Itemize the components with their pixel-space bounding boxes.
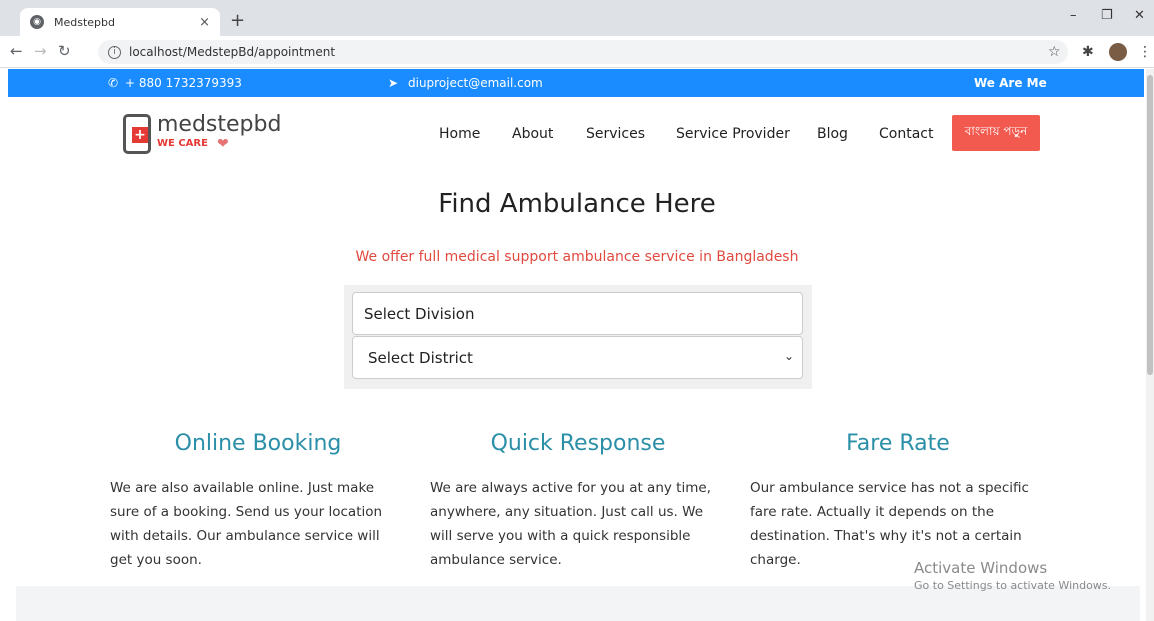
feature-text-online-booking: We are also available online. Just make … bbox=[110, 480, 383, 568]
reload-icon[interactable]: ↻ bbox=[58, 42, 71, 60]
profile-avatar[interactable] bbox=[1109, 43, 1127, 61]
minimize-button[interactable]: – bbox=[1070, 8, 1077, 23]
bangla-language-button[interactable]: বাংলায় পড়ুন bbox=[952, 115, 1040, 151]
nav-services[interactable]: Services bbox=[586, 126, 645, 142]
email-address[interactable]: diuproject@email.com bbox=[408, 76, 543, 90]
url-input[interactable]: i localhost/MedstepBd/appointment bbox=[98, 40, 1068, 64]
menu-dots-icon[interactable]: ⋮ bbox=[1138, 44, 1152, 60]
restore-button[interactable]: ❐ bbox=[1101, 8, 1113, 23]
division-select-value: Select Division bbox=[364, 304, 475, 323]
new-tab-button[interactable]: + bbox=[230, 10, 245, 31]
forward-arrow-icon[interactable]: → bbox=[34, 42, 47, 60]
tab-close-icon[interactable]: × bbox=[199, 15, 210, 30]
info-icon[interactable]: i bbox=[108, 45, 121, 59]
url-text: localhost/MedstepBd/appointment bbox=[129, 45, 336, 59]
extensions-icon[interactable]: ✱ bbox=[1082, 44, 1094, 60]
page-scrollbar[interactable] bbox=[1146, 69, 1154, 621]
feature-title-fare-rate: Fare Rate bbox=[846, 431, 950, 456]
phone-logo-icon: + bbox=[123, 114, 151, 154]
division-select[interactable]: Select Division bbox=[352, 292, 803, 335]
activate-windows-watermark: Activate Windows Go to Settings to activ… bbox=[914, 559, 1111, 592]
globe-icon: ◉ bbox=[30, 15, 44, 29]
tab-title: Medstepbd bbox=[54, 15, 115, 29]
feature-text-quick-response: We are always active for you at any time… bbox=[430, 480, 711, 568]
address-bar-row: ← → ↻ i localhost/MedstepBd/appointment … bbox=[0, 36, 1154, 68]
nav-contact[interactable]: Contact bbox=[879, 126, 933, 142]
district-select[interactable]: Select District ⌄ bbox=[352, 336, 803, 379]
feature-text-fare-rate: Our ambulance service has not a specific… bbox=[750, 480, 1029, 568]
phone-icon: ✆ bbox=[108, 76, 119, 90]
logo-brand: medstepbd bbox=[157, 112, 282, 137]
feature-title-online-booking: Online Booking bbox=[174, 431, 342, 456]
nav-service-provider[interactable]: Service Provider bbox=[676, 126, 790, 142]
star-icon[interactable]: ☆ bbox=[1048, 44, 1061, 60]
contact-topbar: ✆ + 880 1732379393 ➤ diuproject@email.co… bbox=[8, 69, 1144, 97]
watermark-line1: Activate Windows bbox=[914, 559, 1048, 577]
page-title: Find Ambulance Here bbox=[438, 189, 716, 219]
nav-blog[interactable]: Blog bbox=[817, 126, 848, 142]
chevron-down-icon: ⌄ bbox=[783, 349, 794, 363]
heart-icon: ❤ bbox=[217, 136, 229, 152]
phone-number[interactable]: + 880 1732379393 bbox=[125, 76, 242, 90]
browser-tab-bar: ◉ Medstepbd × + – ❐ ✕ bbox=[0, 0, 1154, 36]
nav-home[interactable]: Home bbox=[439, 126, 480, 142]
logo-tagline: WE CARE bbox=[157, 138, 208, 149]
page-subtitle: We offer full medical support ambulance … bbox=[355, 249, 799, 265]
feature-title-quick-response: Quick Response bbox=[490, 431, 666, 456]
district-select-value: Select District bbox=[368, 348, 473, 367]
watermark-line2: Go to Settings to activate Windows. bbox=[914, 579, 1112, 592]
nav-about[interactable]: About bbox=[512, 126, 553, 142]
browser-tab[interactable]: ◉ Medstepbd × bbox=[20, 8, 220, 36]
close-window-button[interactable]: ✕ bbox=[1134, 8, 1145, 23]
marquee-text: We Are Me bbox=[974, 76, 1047, 90]
site-logo[interactable]: + medstepbd WE CARE ❤ bbox=[121, 112, 281, 158]
back-arrow-icon[interactable]: ← bbox=[10, 42, 23, 60]
send-icon: ➤ bbox=[388, 76, 399, 90]
